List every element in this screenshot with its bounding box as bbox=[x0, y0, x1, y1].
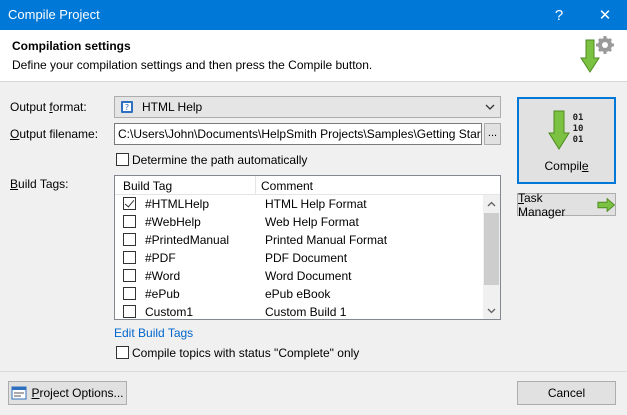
task-manager-button[interactable]: Task Manager bbox=[517, 190, 616, 219]
edit-build-tags-link[interactable]: Edit Build Tags bbox=[114, 326, 193, 340]
row-comment: Printed Manual Format bbox=[265, 233, 388, 247]
title-bar: Compile Project ? ✕ bbox=[0, 0, 627, 30]
svg-text:01: 01 bbox=[572, 113, 583, 123]
table-row[interactable]: #ePub ePub eBook bbox=[115, 285, 483, 303]
row-tag: #WebHelp bbox=[145, 215, 201, 229]
list-scrollbar[interactable] bbox=[483, 195, 500, 319]
scroll-thumb[interactable] bbox=[484, 213, 499, 285]
project-options-label: Project Options... bbox=[31, 386, 124, 400]
output-format-value: HTML Help bbox=[142, 100, 203, 114]
list-header: Build Tag Comment bbox=[115, 176, 500, 195]
column-build-tag[interactable]: Build Tag bbox=[123, 179, 172, 193]
task-manager-label: Task Manager bbox=[518, 190, 566, 219]
row-comment: ePub eBook bbox=[265, 287, 331, 301]
row-tag: #PrintedManual bbox=[145, 233, 230, 247]
svg-text:10: 10 bbox=[572, 124, 583, 134]
arrow-right-icon bbox=[597, 197, 615, 212]
help-icon: ? bbox=[554, 6, 564, 24]
row-tag: #HTMLHelp bbox=[145, 197, 210, 211]
header-description: Define your compilation settings and the… bbox=[12, 58, 373, 72]
row-checkbox[interactable] bbox=[123, 269, 136, 282]
row-checkbox[interactable] bbox=[123, 197, 136, 210]
compile-button-label: Compile bbox=[544, 158, 589, 173]
row-tag: Custom1 bbox=[145, 305, 194, 319]
row-checkbox[interactable] bbox=[123, 233, 136, 246]
compile-status-label: Compile topics with status "Complete" on… bbox=[132, 346, 360, 360]
table-row[interactable]: #PDF PDF Document bbox=[115, 249, 483, 267]
chevron-up-icon bbox=[487, 201, 496, 206]
table-row[interactable]: #HTMLHelp HTML Help Format bbox=[115, 195, 483, 213]
output-format-select[interactable]: ? HTML Help bbox=[114, 96, 501, 118]
output-filename-input[interactable]: C:\Users\John\Documents\HelpSmith Projec… bbox=[114, 123, 482, 145]
compile-gear-arrow-icon bbox=[580, 36, 614, 73]
build-tags-list[interactable]: Build Tag Comment #HTMLHelp HTML Help Fo… bbox=[114, 175, 501, 320]
help-button[interactable]: ? bbox=[539, 0, 579, 30]
svg-text:?: ? bbox=[125, 103, 129, 112]
window-title: Compile Project bbox=[8, 7, 100, 22]
column-comment[interactable]: Comment bbox=[261, 179, 313, 193]
row-checkbox[interactable] bbox=[123, 215, 136, 228]
compile-button[interactable]: 01 10 01 Compile bbox=[517, 97, 616, 184]
row-comment: HTML Help Format bbox=[265, 197, 367, 211]
close-button[interactable]: ✕ bbox=[585, 0, 625, 30]
chevron-down-icon bbox=[485, 104, 495, 110]
row-comment: Web Help Format bbox=[265, 215, 359, 229]
html-help-icon: ? bbox=[121, 101, 133, 113]
row-checkbox[interactable] bbox=[123, 287, 136, 300]
row-checkbox[interactable] bbox=[123, 305, 136, 318]
row-tag: #ePub bbox=[145, 287, 180, 301]
project-options-button[interactable]: Project Options... bbox=[8, 381, 127, 405]
header-title: Compilation settings bbox=[12, 39, 131, 53]
row-comment: PDF Document bbox=[265, 251, 348, 265]
auto-path-checkbox[interactable] bbox=[116, 153, 129, 166]
cancel-button[interactable]: Cancel bbox=[517, 381, 616, 405]
scroll-up-button[interactable] bbox=[483, 195, 500, 212]
dialog-header: Compilation settings Define your compila… bbox=[0, 30, 627, 82]
table-row[interactable]: Custom1 Custom Build 1 bbox=[115, 303, 483, 319]
browse-button[interactable]: ... bbox=[484, 123, 501, 145]
column-separator bbox=[255, 176, 256, 195]
table-row[interactable]: #WebHelp Web Help Format bbox=[115, 213, 483, 231]
close-icon: ✕ bbox=[598, 7, 612, 24]
row-comment: Word Document bbox=[265, 269, 352, 283]
row-checkbox[interactable] bbox=[123, 251, 136, 264]
output-format-label: Output format: bbox=[10, 100, 87, 114]
output-filename-label: Output filename: bbox=[10, 127, 99, 141]
compile-status-checkbox[interactable] bbox=[116, 346, 129, 359]
scroll-down-button[interactable] bbox=[483, 302, 500, 319]
compile-icon: 01 10 01 bbox=[547, 110, 583, 150]
table-row[interactable]: #Word Word Document bbox=[115, 267, 483, 285]
row-tag: #Word bbox=[145, 269, 181, 283]
svg-text:01: 01 bbox=[572, 135, 583, 145]
project-options-icon bbox=[11, 386, 27, 400]
table-row[interactable]: #PrintedManual Printed Manual Format bbox=[115, 231, 483, 249]
build-tags-label: Build Tags: bbox=[10, 177, 69, 191]
auto-path-label: Determine the path automatically bbox=[132, 153, 308, 167]
chevron-down-icon bbox=[487, 308, 496, 313]
row-comment: Custom Build 1 bbox=[265, 305, 347, 319]
row-tag: #PDF bbox=[145, 251, 176, 265]
